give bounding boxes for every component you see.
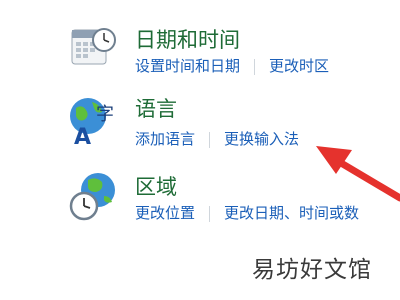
watermark-text: 易坊好文馆 [252,257,372,283]
